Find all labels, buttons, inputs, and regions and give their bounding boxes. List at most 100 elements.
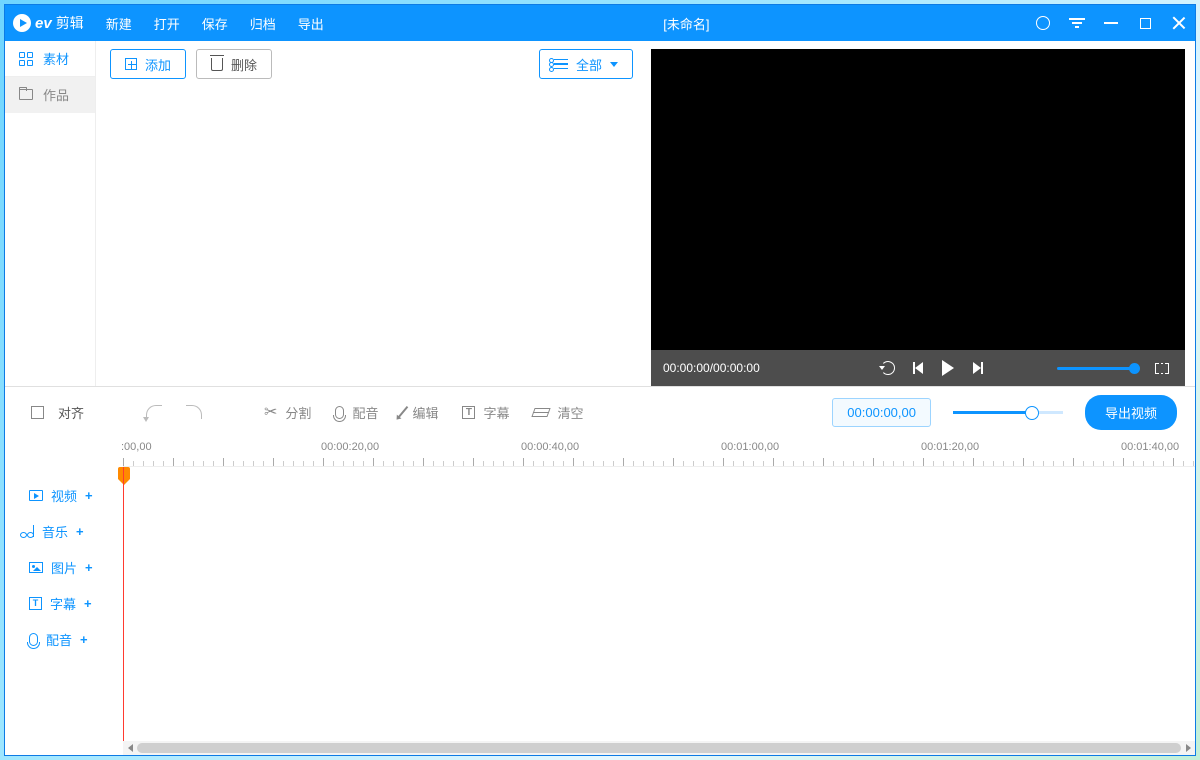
logo-text: ev — [35, 15, 52, 32]
pen-icon — [398, 406, 409, 418]
track-row[interactable] — [123, 611, 1195, 647]
trash-icon — [211, 58, 223, 71]
user-icon[interactable] — [1035, 15, 1051, 31]
app-name: 剪辑 — [56, 13, 84, 33]
menu-export[interactable]: 导出 — [298, 14, 324, 33]
minimize-button[interactable] — [1103, 15, 1119, 31]
sidebar-tab-works[interactable]: 作品 — [5, 77, 95, 113]
timeline-timecode[interactable]: 00:00:00,00 — [832, 398, 931, 427]
settings-icon[interactable] — [1069, 17, 1085, 29]
track-video[interactable]: 视频+ — [5, 477, 123, 513]
ruler-label: 00:01:20,00 — [921, 441, 979, 453]
next-frame-button[interactable] — [967, 357, 989, 379]
track-row[interactable] — [123, 503, 1195, 539]
split-tool[interactable]: ✂分割 — [256, 398, 319, 426]
track-row[interactable] — [123, 467, 1195, 503]
player-timecode: 00:00:00/00:00:00 — [663, 361, 760, 375]
add-track-icon: + — [85, 560, 93, 575]
menu-new[interactable]: 新建 — [106, 14, 132, 33]
fullscreen-button[interactable] — [1151, 357, 1173, 379]
add-track-icon: + — [76, 524, 84, 539]
play-button[interactable] — [937, 357, 959, 379]
logo-icon — [13, 14, 31, 32]
track-row[interactable] — [123, 575, 1195, 611]
track-music[interactable]: 音乐+ — [5, 513, 123, 549]
eraser-icon — [532, 408, 551, 417]
track-image[interactable]: 图片+ — [5, 549, 123, 585]
player-controls: 00:00:00/00:00:00 — [651, 350, 1185, 386]
align-label: 对齐 — [58, 403, 84, 422]
close-button[interactable] — [1171, 15, 1187, 31]
edit-tool[interactable]: 编辑 — [394, 399, 446, 426]
sidebar-tab-label: 素材 — [43, 49, 69, 68]
sidebar: 素材 作品 — [5, 41, 95, 386]
music-icon — [29, 525, 34, 537]
grid-icon — [19, 52, 33, 66]
media-toolbar: 添加 删除 全部 — [96, 41, 647, 87]
redo-icon — [186, 405, 202, 419]
clear-tool[interactable]: 清空 — [525, 399, 591, 426]
ruler-label: 00:00:40,00 — [521, 441, 579, 453]
menu-archive[interactable]: 归档 — [250, 14, 276, 33]
align-toggle[interactable]: 对齐 — [23, 399, 92, 426]
zoom-slider[interactable] — [953, 411, 1063, 414]
add-track-icon: + — [80, 632, 88, 647]
track-subtitle[interactable]: T字幕+ — [5, 585, 123, 621]
playhead-handle-icon — [118, 467, 130, 479]
playhead-line — [123, 467, 124, 741]
scroll-left-icon[interactable] — [123, 741, 137, 755]
checkbox-icon — [31, 406, 44, 419]
plus-icon — [125, 58, 137, 70]
timeline-canvas[interactable]: :00,00 00:00:20,00 00:00:40,00 00:01:00,00 0… — [123, 437, 1195, 755]
ruler-label: 00:01:00,00 — [721, 441, 779, 453]
video-icon — [29, 490, 43, 501]
timeline: 视频+ 音乐+ 图片+ T字幕+ 配音+ :00,00 00:00:20,00 00… — [5, 437, 1195, 755]
menu-save[interactable]: 保存 — [202, 14, 228, 33]
mic-icon — [335, 406, 344, 419]
list-icon — [554, 59, 568, 69]
menu-open[interactable]: 打开 — [154, 14, 180, 33]
button-label: 删除 — [231, 55, 257, 74]
subtitle-tool[interactable]: T字幕 — [454, 399, 517, 426]
sidebar-tab-media[interactable]: 素材 — [5, 41, 95, 77]
preview-panel: 00:00:00/00:00:00 — [647, 41, 1195, 386]
ruler-label: 00:01:40,00 — [1121, 441, 1179, 453]
ruler-label: :00,00 — [121, 441, 152, 453]
video-preview[interactable] — [651, 49, 1185, 350]
undo-button[interactable] — [138, 401, 170, 423]
track-row[interactable] — [123, 539, 1195, 575]
app-window: ev 剪辑 新建 打开 保存 归档 导出 [未命名] 素材 作品 — [4, 4, 1196, 756]
dropdown-label: 全部 — [576, 55, 602, 74]
delete-media-button[interactable]: 删除 — [196, 49, 272, 79]
undo-icon — [146, 405, 162, 419]
replay-button[interactable] — [877, 357, 899, 379]
timeline-ruler[interactable]: :00,00 00:00:20,00 00:00:40,00 00:01:00,00 0… — [123, 437, 1195, 467]
export-video-button[interactable]: 导出视频 — [1085, 395, 1177, 430]
folder-icon — [19, 89, 33, 100]
track-voice[interactable]: 配音+ — [5, 621, 123, 657]
voiceover-tool[interactable]: 配音 — [327, 399, 386, 426]
media-content-area[interactable] — [96, 87, 647, 386]
upper-pane: 素材 作品 添加 删除 全部 — [5, 41, 1195, 387]
timeline-scrollbar[interactable] — [123, 741, 1195, 755]
sidebar-tab-label: 作品 — [43, 85, 69, 104]
mic-icon — [29, 633, 38, 646]
chevron-down-icon — [610, 62, 618, 67]
edit-toolbar: 对齐 ✂分割 配音 编辑 T字幕 清空 00:00:00,00 导出视频 — [5, 387, 1195, 437]
volume-slider[interactable] — [1057, 367, 1135, 370]
titlebar: ev 剪辑 新建 打开 保存 归档 导出 [未命名] — [5, 5, 1195, 41]
scroll-thumb[interactable] — [137, 743, 1181, 753]
prev-frame-button[interactable] — [907, 357, 929, 379]
media-filter-dropdown[interactable]: 全部 — [539, 49, 633, 79]
button-label: 添加 — [145, 55, 171, 74]
track-headers: 视频+ 音乐+ 图片+ T字幕+ 配音+ — [5, 437, 123, 755]
document-title: [未命名] — [346, 14, 1027, 33]
text-icon: T — [29, 597, 42, 610]
image-icon — [29, 562, 43, 573]
ruler-label: 00:00:20,00 — [321, 441, 379, 453]
add-media-button[interactable]: 添加 — [110, 49, 186, 79]
scroll-right-icon[interactable] — [1181, 741, 1195, 755]
add-track-icon: + — [85, 488, 93, 503]
maximize-button[interactable] — [1137, 15, 1153, 31]
redo-button[interactable] — [178, 401, 210, 423]
